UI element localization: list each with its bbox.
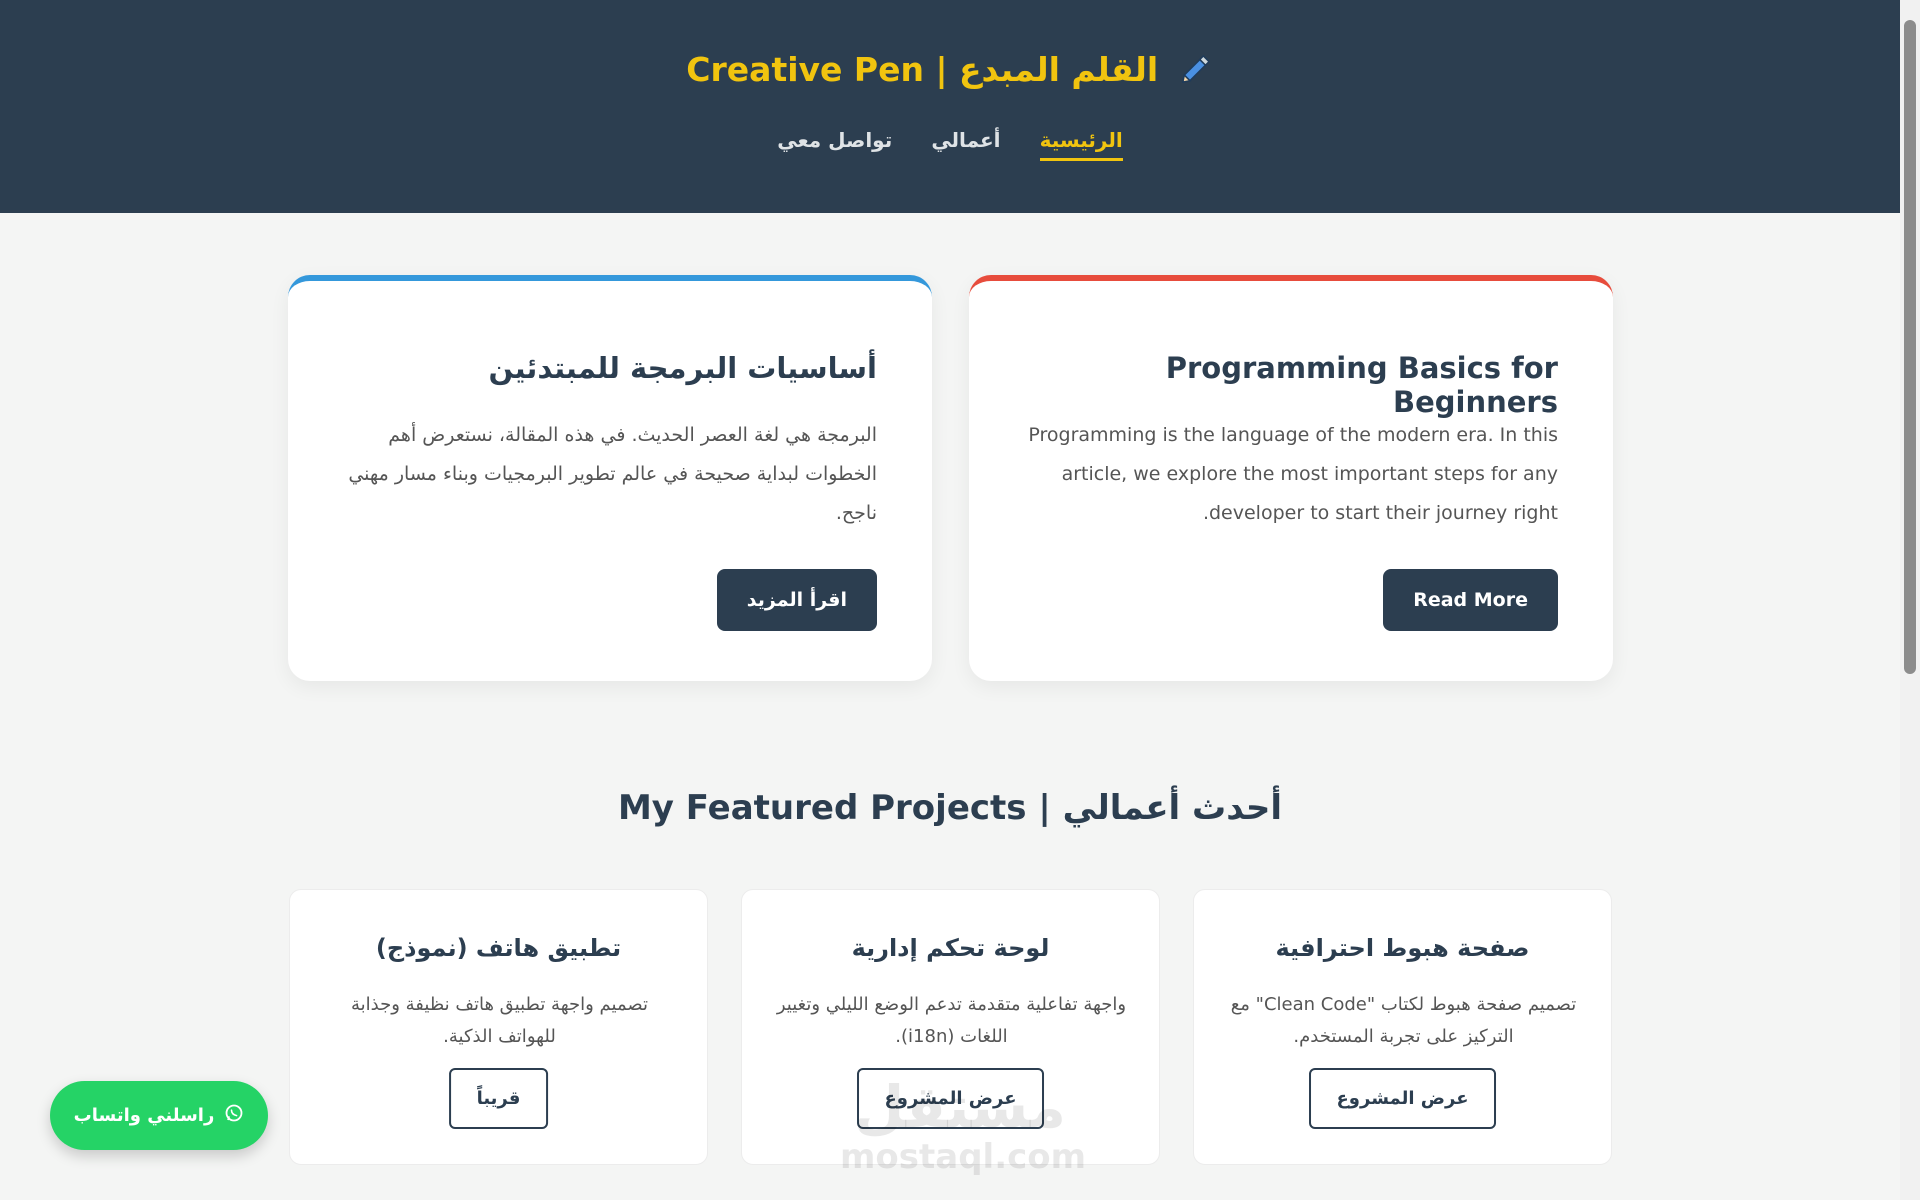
nav-home[interactable]: الرئيسية	[1039, 128, 1123, 161]
article-title: Programming Basics for Beginners	[1165, 351, 1558, 419]
view-project-button[interactable]: عرض المشروع	[856, 1068, 1045, 1129]
project-description: واجهة تفاعلية متقدمة تدعم الوضع الليلي و…	[776, 994, 1127, 1047]
scrollbar[interactable]	[1900, 0, 1920, 1200]
site-header: Creative Pen | القلم المبدع الرئيسية أعم…	[0, 0, 1900, 213]
project-title: تطبيق هاتف (نموذج)	[375, 934, 622, 962]
main-nav: الرئيسية أعمالي تواصل معي	[0, 128, 1900, 161]
read-more-button[interactable]: اقرأ المزيد	[716, 569, 877, 631]
nav-contact[interactable]: تواصل معي	[777, 128, 892, 158]
whatsapp-button[interactable]: راسلني واتساب	[50, 1081, 268, 1150]
article-title: أساسيات البرمجة للمبتدئين	[488, 351, 878, 385]
project-description: تصميم واجهة تطبيق هاتف نظيفة وجذابة للهو…	[351, 994, 648, 1047]
project-description: تصميم صفحة هبوط لكتاب "Clean Code" مع ال…	[1230, 994, 1577, 1047]
projects-section-title: My Featured Projects | أحدث أعمالي	[617, 788, 1283, 828]
article-body: البرمجة هي لغة العصر الحديث. في هذه المق…	[348, 424, 877, 524]
article-body: Programming is the language of the moder…	[1028, 424, 1558, 524]
scrollbar-thumb[interactable]	[1904, 20, 1916, 674]
project-title: صفحة هبوط احترافية	[1275, 934, 1530, 962]
article-card-english: Programming Basics for Beginners Program…	[969, 275, 1613, 681]
coming-soon-button[interactable]: قريباً	[448, 1068, 549, 1129]
site-title-text: Creative Pen | القلم المبدع	[686, 50, 1159, 89]
project-card-mobile-app: تطبيق هاتف (نموذج) تصميم واجهة تطبيق هات…	[289, 889, 708, 1165]
whatsapp-label: راسلني واتساب	[73, 1105, 215, 1126]
article-card-arabic: أساسيات البرمجة للمبتدئين البرمجة هي لغة…	[288, 275, 932, 681]
whatsapp-icon	[224, 1103, 244, 1128]
view-project-button[interactable]: عرض المشروع	[1308, 1068, 1497, 1129]
project-card-dashboard: لوحة تحكم إدارية واجهة تفاعلية متقدمة تد…	[741, 889, 1160, 1165]
project-title: لوحة تحكم إدارية	[851, 934, 1050, 962]
pencil-icon	[1180, 51, 1214, 93]
project-card-landing: صفحة هبوط احترافية تصميم صفحة هبوط لكتاب…	[1193, 889, 1612, 1165]
nav-works[interactable]: أعمالي	[931, 128, 1000, 158]
site-title[interactable]: Creative Pen | القلم المبدع	[0, 50, 1900, 93]
read-more-button[interactable]: Read More	[1383, 569, 1558, 631]
